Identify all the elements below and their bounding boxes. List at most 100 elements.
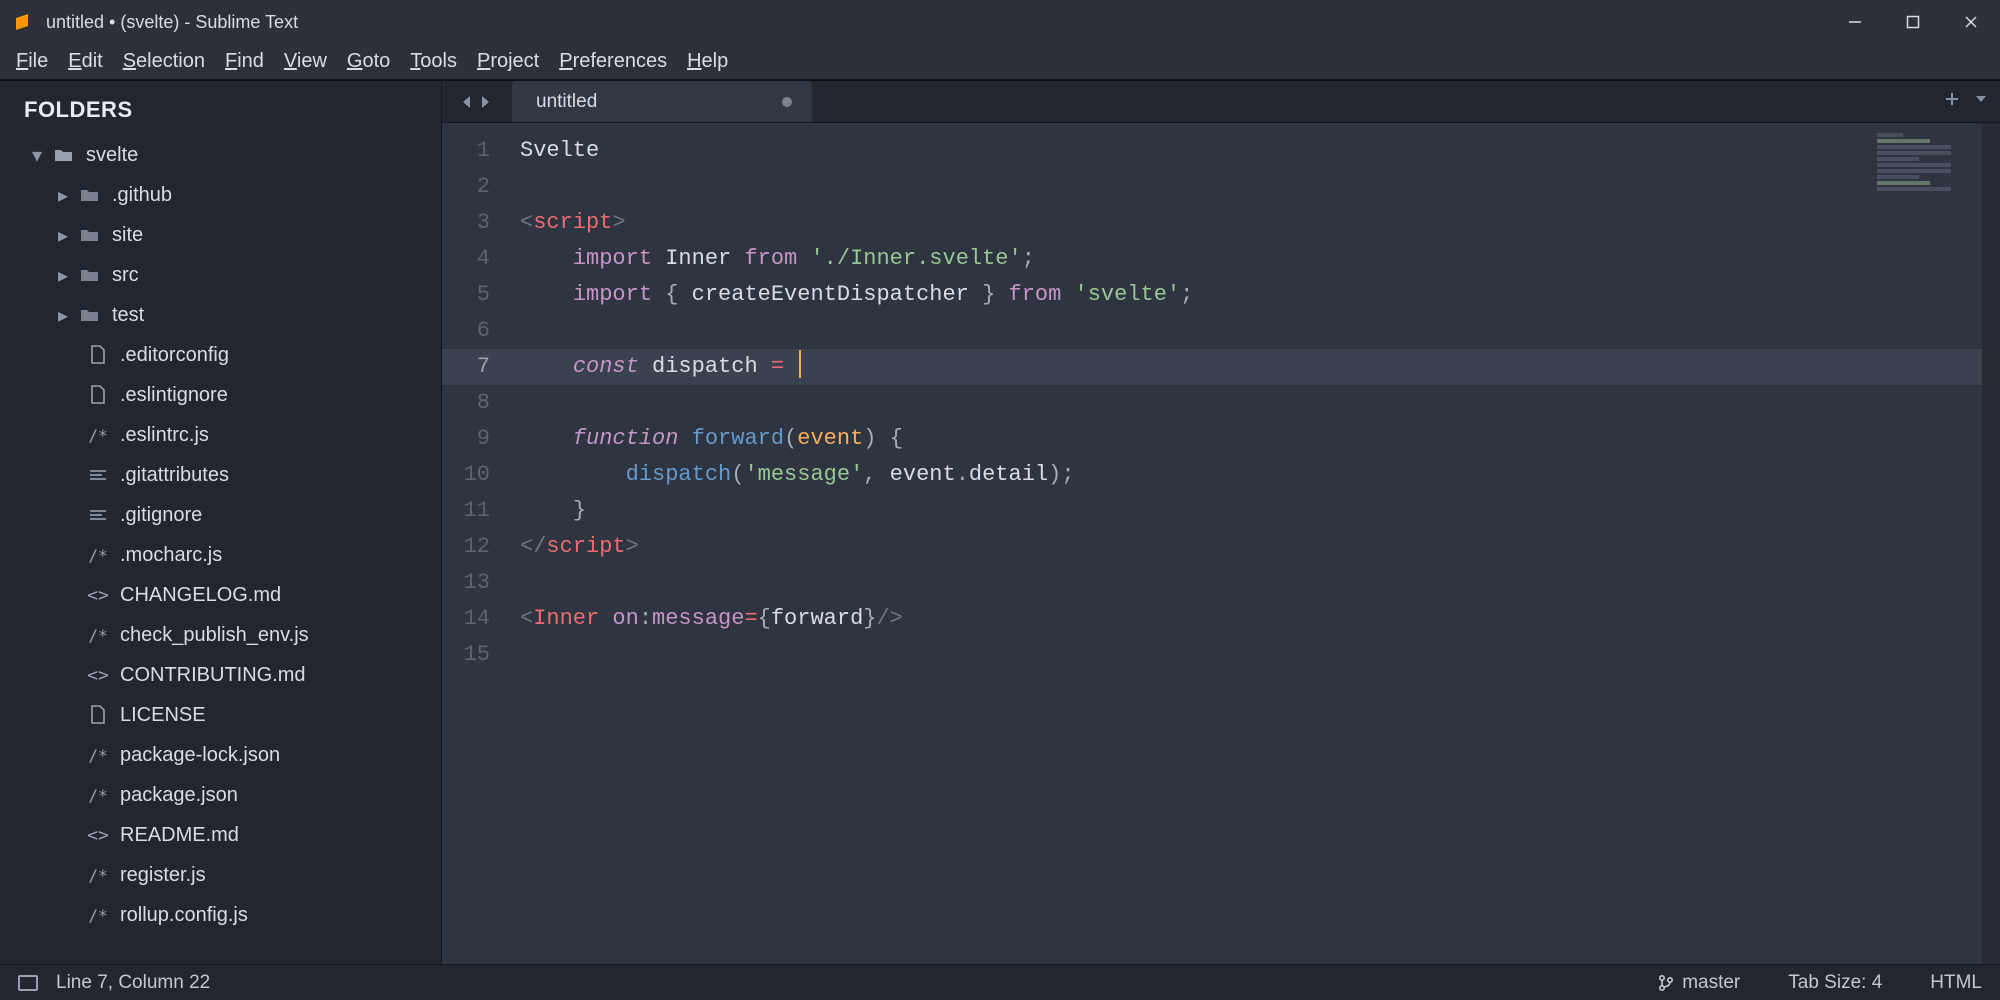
tree-item-label: rollup.config.js [120,904,248,927]
tab-history-nav [442,81,504,122]
tree-item-label: check_publish_env.js [120,624,309,647]
folder-.github[interactable]: ▸.github [0,175,441,215]
code-line[interactable]: } [508,493,2000,529]
tree-item-label: .mocharc.js [120,544,222,567]
file-CHANGELOG.md[interactable]: <>CHANGELOG.md [0,575,441,615]
cursor-position[interactable]: Line 7, Column 22 [56,972,210,994]
folder-test[interactable]: ▸test [0,295,441,335]
file-.eslintignore[interactable]: .eslintignore [0,375,441,415]
code-line[interactable]: Svelte [508,133,2000,169]
minimap[interactable] [1873,131,1978,221]
menu-edit[interactable]: Edit [58,46,112,77]
editor-scrollbar[interactable] [1982,123,2000,964]
close-button[interactable] [1942,0,2000,44]
file-tab[interactable]: untitled [512,81,812,122]
code-line[interactable]: dispatch('message', event.detail); [508,457,2000,493]
file-check_publish_env.js[interactable]: /*check_publish_env.js [0,615,441,655]
file-README.md[interactable]: <>README.md [0,815,441,855]
window-title: untitled • (svelte) - Sublime Text [46,12,298,33]
folder-tree: ▾svelte▸.github▸site▸src▸test .editorconf… [0,133,441,935]
git-branch[interactable]: master [1658,972,1740,994]
tree-item-label: register.js [120,864,206,887]
file-type-icon [84,467,112,483]
file-.gitignore[interactable]: .gitignore [0,495,441,535]
menu-help[interactable]: Help [677,46,738,77]
menu-goto[interactable]: Goto [337,46,400,77]
code-line[interactable]: import { createEventDispatcher } from 's… [508,277,2000,313]
code-line[interactable] [508,637,2000,673]
nav-back-icon[interactable] [460,94,474,110]
file-rollup.config.js[interactable]: /*rollup.config.js [0,895,441,935]
file-type-icon: <> [84,665,112,686]
file-type-icon [76,267,104,283]
file-.gitattributes[interactable]: .gitattributes [0,455,441,495]
line-number: 11 [442,493,508,529]
menu-preferences[interactable]: Preferences [549,46,677,77]
menu-project[interactable]: Project [467,46,549,77]
file-.eslintrc.js[interactable]: /*.eslintrc.js [0,415,441,455]
folder-src[interactable]: ▸src [0,255,441,295]
file-type-icon [76,187,104,203]
tab-label: untitled [536,91,597,113]
menu-tools[interactable]: Tools [400,46,467,77]
file-register.js[interactable]: /*register.js [0,855,441,895]
minimize-button[interactable] [1826,0,1884,44]
text-caret [799,350,801,378]
file-type-icon [84,385,112,405]
disclosure-arrow-icon: ▸ [54,263,72,288]
code-line[interactable]: function forward(event) { [508,421,2000,457]
line-number: 12 [442,529,508,565]
maximize-button[interactable] [1884,0,1942,44]
code-line[interactable] [508,385,2000,421]
code-line[interactable]: const dispatch = [508,349,2000,385]
file-LICENSE[interactable]: LICENSE [0,695,441,735]
code-line[interactable] [508,313,2000,349]
file-CONTRIBUTING.md[interactable]: <>CONTRIBUTING.md [0,655,441,695]
file-type-icon [84,507,112,523]
file-.mocharc.js[interactable]: /*.mocharc.js [0,535,441,575]
tree-item-label: .editorconfig [120,344,229,367]
folder-site[interactable]: ▸site [0,215,441,255]
tree-item-label: README.md [120,824,239,847]
code-content[interactable]: Svelte <script> import Inner from './Inne… [508,123,2000,964]
line-number: 1 [442,133,508,169]
new-tab-icon[interactable] [1944,91,1960,112]
menubar: FileEditSelectionFindViewGotoToolsProjec… [0,44,2000,80]
code-line[interactable]: <Inner on:message={forward}/> [508,601,2000,637]
line-number: 10 [442,457,508,493]
tree-item-label: .gitignore [120,504,202,527]
syntax-mode[interactable]: HTML [1930,972,1982,994]
tree-item-label: .eslintrc.js [120,424,209,447]
menu-find[interactable]: Find [215,46,274,77]
disclosure-arrow-icon: ▸ [54,183,72,208]
file-type-icon [76,307,104,323]
line-number: 13 [442,565,508,601]
folder-root[interactable]: ▾svelte [0,135,441,175]
panel-switcher-icon[interactable] [18,975,38,991]
line-number: 2 [442,169,508,205]
file-.editorconfig[interactable]: .editorconfig [0,335,441,375]
file-package.json[interactable]: /*package.json [0,775,441,815]
nav-forward-icon[interactable] [478,94,492,110]
app-logo-icon [12,11,34,33]
code-line[interactable] [508,169,2000,205]
code-line[interactable]: <script> [508,205,2000,241]
disclosure-arrow-icon: ▸ [54,223,72,248]
line-number: 6 [442,313,508,349]
tab-dropdown-icon[interactable] [1974,92,1988,111]
file-type-icon: <> [84,585,112,606]
menu-selection[interactable]: Selection [113,46,215,77]
tree-item-label: .gitattributes [120,464,229,487]
menu-view[interactable]: View [274,46,337,77]
tree-item-label: svelte [86,144,138,167]
code-line[interactable]: </script> [508,529,2000,565]
menu-file[interactable]: File [6,46,58,77]
line-number: 15 [442,637,508,673]
code-editor[interactable]: 123456789101112131415 Svelte<script> imp… [442,123,2000,964]
file-type-icon [76,227,104,243]
line-number: 5 [442,277,508,313]
file-package-lock.json[interactable]: /*package-lock.json [0,735,441,775]
code-line[interactable] [508,565,2000,601]
code-line[interactable]: import Inner from './Inner.svelte'; [508,241,2000,277]
tab-size[interactable]: Tab Size: 4 [1788,972,1882,994]
